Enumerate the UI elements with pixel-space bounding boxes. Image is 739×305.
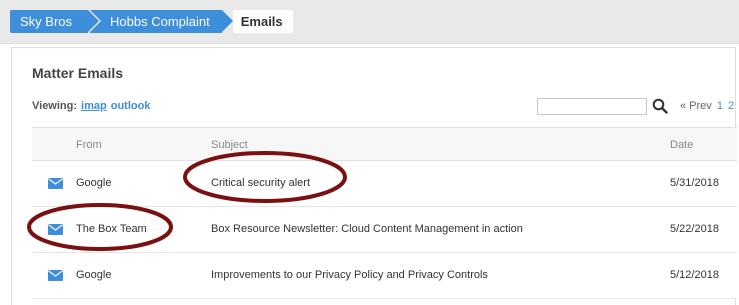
row-from: Google [76, 177, 112, 189]
breadcrumb-sky-bros[interactable]: Sky Bros [10, 10, 100, 33]
envelope-icon [48, 224, 63, 235]
table-row[interactable]: The Box Team Box Resource Newsletter: Cl… [32, 207, 737, 253]
emails-table: From Subject Date Google Critical securi… [32, 127, 737, 299]
source-imap-link[interactable]: imap [81, 100, 107, 112]
row-subject[interactable]: Improvements to our Privacy Policy and P… [211, 269, 488, 281]
row-subject[interactable]: Critical security alert [211, 177, 310, 189]
pagination: « Prev 1 2 [680, 100, 734, 112]
column-header-from[interactable]: From [76, 139, 102, 151]
page-2-link[interactable]: 2 [728, 100, 734, 112]
table-header: From Subject Date [32, 127, 737, 161]
row-date: 5/31/2018 [670, 177, 719, 189]
search-input[interactable] [537, 98, 647, 115]
page-1-link[interactable]: 1 [717, 100, 723, 112]
search-icon[interactable] [652, 98, 668, 114]
row-from: The Box Team [76, 223, 147, 235]
breadcrumb-bar: Sky Bros Hobbs Complaint Emails [0, 0, 739, 44]
breadcrumb-hobbs-complaint[interactable]: Hobbs Complaint [90, 10, 233, 33]
breadcrumb: Sky Bros Hobbs Complaint Emails [10, 10, 293, 33]
row-date: 5/12/2018 [670, 269, 719, 281]
envelope-icon [48, 178, 63, 189]
row-subject[interactable]: Box Resource Newsletter: Cloud Content M… [211, 223, 523, 235]
table-row[interactable]: Google Improvements to our Privacy Polic… [32, 253, 737, 299]
matter-emails-panel: Matter Emails Viewing: imap outlook « Prev… [11, 47, 737, 305]
prev-page-link[interactable]: « Prev [680, 100, 712, 112]
viewing-label: Viewing: [32, 100, 78, 112]
breadcrumb-emails: Emails [232, 10, 293, 33]
column-header-date[interactable]: Date [670, 139, 693, 151]
column-header-subject[interactable]: Subject [211, 139, 248, 151]
row-from: Google [76, 269, 112, 281]
row-date: 5/22/2018 [670, 223, 719, 235]
envelope-icon [48, 270, 63, 281]
page-title: Matter Emails [32, 65, 124, 81]
table-row[interactable]: Google Critical security alert 5/31/2018 [32, 161, 737, 207]
viewing-filter: Viewing: imap outlook [32, 100, 150, 112]
source-outlook-link[interactable]: outlook [111, 100, 151, 112]
